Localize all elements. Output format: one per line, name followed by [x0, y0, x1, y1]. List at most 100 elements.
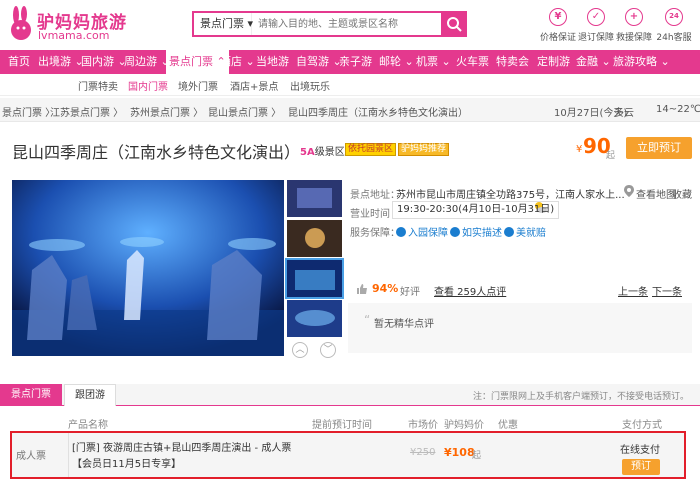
- rescue-shield-icon: +: [625, 8, 643, 26]
- nav-finance[interactable]: 金融 ⌄: [576, 50, 611, 74]
- next-review-link[interactable]: 下一条: [652, 283, 682, 298]
- nav-guides[interactable]: 旅游攻略 ⌄: [613, 50, 670, 74]
- service-accurate-description[interactable]: 如实描述: [450, 224, 502, 239]
- service-label: 服务保障：: [350, 228, 400, 239]
- nav-home[interactable]: 首页: [8, 50, 30, 74]
- nav-selfdrive[interactable]: 自驾游 ⌄: [296, 50, 342, 74]
- breadcrumb-item[interactable]: 昆山景点门票 〉: [208, 104, 281, 119]
- guarantee-service[interactable]: 24 24h客服: [656, 8, 692, 43]
- column-header: 驴妈妈价: [444, 420, 484, 431]
- guarantee-price[interactable]: ¥ 价格保证: [540, 8, 576, 43]
- nav-trains[interactable]: 火车票: [456, 50, 489, 74]
- main-nav: 首页 出境游 ⌄ 国内游 ⌄ 周边游 ⌄ 景点门票 ⌃ 酒店 ⌄ 当地游 自驾游…: [0, 50, 700, 74]
- breadcrumb: 景点门票 〉 江苏景点门票 〉 苏州景点门票 〉 昆山景点门票 〉 昆山四季周庄…: [0, 98, 700, 213]
- address-label: 景点地址：: [350, 190, 400, 201]
- gallery-thumb[interactable]: [287, 300, 342, 337]
- subnav-outbound-fun[interactable]: 出境玩乐: [290, 78, 330, 93]
- view-map-link[interactable]: 查看地图: [636, 186, 676, 201]
- nav-hotel[interactable]: 酒店 ⌄: [220, 50, 255, 74]
- check-icon: [450, 227, 460, 237]
- service-entry-guarantee[interactable]: 入园保障: [396, 224, 448, 239]
- search-input[interactable]: [254, 13, 434, 35]
- price-symbol: ¥: [576, 144, 583, 155]
- ticket-row: 成人票 [门票] 夜游周庄古镇+昆山四季周庄演出 - 成人票 【会员日11月5日…: [10, 431, 686, 479]
- nav-cruise[interactable]: 邮轮 ⌄: [379, 50, 414, 74]
- payment-method: 在线支付: [620, 445, 660, 456]
- yen-shield-icon: ¥: [549, 8, 567, 26]
- breadcrumb-item[interactable]: 景点门票 〉: [2, 104, 55, 119]
- review-empty-text: 暂无精华点评: [374, 319, 434, 330]
- hours-value: 19:30-20:30(4月10日-10月31日): [392, 201, 560, 219]
- booking-note: 注：门票限网上及手机客户端预订，不接受电话预订。: [473, 392, 690, 402]
- guarantee-refund[interactable]: ✓ 退订保障: [578, 8, 614, 43]
- good-rate: 94%: [372, 282, 399, 295]
- quote-icon: “: [364, 313, 371, 327]
- nav-sale[interactable]: 特卖会: [496, 50, 529, 74]
- market-price: ¥250: [410, 447, 436, 458]
- nav-nearby[interactable]: 周边游 ⌄: [124, 50, 170, 74]
- sub-nav: 门票特卖 国内门票 境外门票 酒店+景点 出境玩乐: [0, 74, 700, 96]
- ticket-promo: 【会员日11月5日专享】: [72, 459, 182, 470]
- column-header: 支付方式: [622, 420, 662, 431]
- ticket-price: ¥108: [444, 446, 475, 459]
- ticket-name-link[interactable]: [门票] 夜游周庄古镇+昆山四季周庄演出 - 成人票: [72, 439, 291, 454]
- row-divider: [68, 433, 69, 477]
- guarantee-rescue[interactable]: + 救援保障: [616, 8, 652, 43]
- favorite-button[interactable]: 收藏: [672, 186, 692, 201]
- subnav-overseas-tickets[interactable]: 境外门票: [178, 78, 218, 93]
- shield-icon: [396, 227, 406, 237]
- good-rate-label: 好评: [400, 287, 420, 298]
- price-suffix: 起: [606, 151, 616, 161]
- service-compensation[interactable]: 美就赔: [504, 224, 546, 239]
- nav-outbound[interactable]: 出境游 ⌄: [38, 50, 84, 74]
- column-header: 市场价: [408, 420, 438, 431]
- logo-domain: lvmama.com: [38, 29, 110, 42]
- subnav-ticket-sale[interactable]: 门票特卖: [78, 78, 118, 93]
- prev-review-link[interactable]: 上一条: [618, 283, 648, 298]
- breadcrumb-item[interactable]: 苏州景点门票 〉: [130, 104, 203, 119]
- nav-flights[interactable]: 机票 ⌄: [416, 50, 451, 74]
- weather-condition: 多云: [614, 108, 634, 119]
- review-summary: 94% 好评 查看 259人点评 上一条 下一条: [348, 275, 692, 303]
- review-excerpt-box: “ 暂无精华点评: [348, 303, 692, 353]
- gallery-up-button[interactable]: ︿: [292, 342, 308, 358]
- service-clock-icon: 24: [665, 8, 683, 26]
- nav-local[interactable]: 当地游: [256, 50, 289, 74]
- badge-recommended: 驴妈妈推荐: [398, 143, 450, 156]
- subnav-domestic-tickets[interactable]: 国内门票: [128, 78, 168, 93]
- book-now-button[interactable]: 立即预订: [626, 137, 692, 159]
- subnav-hotel-scenic[interactable]: 酒店+景点: [230, 78, 278, 93]
- page-title: 昆山四季周庄（江南水乡特色文化演出）: [12, 143, 301, 162]
- tab-group-tour[interactable]: 跟团游: [64, 384, 116, 406]
- search-icon: [447, 17, 462, 32]
- search-category-select[interactable]: 景点门票 ▾: [194, 13, 253, 35]
- view-reviews-link[interactable]: 查看 259人点评: [434, 283, 506, 298]
- nav-custom[interactable]: 定制游: [537, 50, 570, 74]
- breadcrumb-current: 昆山四季周庄（江南水乡特色文化演出）: [288, 108, 468, 119]
- column-header: 提前预订时间: [312, 420, 372, 431]
- main-photo[interactable]: [12, 180, 284, 356]
- nav-domestic[interactable]: 国内游 ⌄: [81, 50, 127, 74]
- book-ticket-button[interactable]: 预订: [622, 459, 660, 475]
- badge-garden: 依托园景区: [345, 143, 397, 156]
- search-button[interactable]: [441, 11, 467, 37]
- weather-temp: 14~22℃: [656, 104, 700, 115]
- tab-tickets[interactable]: 景点门票: [0, 384, 62, 406]
- hours-label: 营业时间: [350, 209, 390, 220]
- gallery-thumb[interactable]: [287, 180, 342, 217]
- refund-shield-icon: ✓: [587, 8, 605, 26]
- scenic-level: 5A级景区: [300, 147, 345, 158]
- map-pin-icon: [624, 185, 634, 197]
- gallery-down-button[interactable]: ﹀: [320, 342, 336, 358]
- nav-family[interactable]: 亲子游: [339, 50, 372, 74]
- product-tabs: 景点门票 跟团游 注：门票限网上及手机客户端预订，不接受电话预订。: [0, 384, 700, 406]
- breadcrumb-item[interactable]: 江苏景点门票 〉: [50, 104, 123, 119]
- thumbs-up-icon: [357, 284, 367, 294]
- address-value: 苏州市昆山市周庄镇全功路375号，江南人家水上...: [396, 190, 625, 201]
- logo-rabbit-icon[interactable]: [8, 6, 34, 42]
- heart-icon: [504, 227, 514, 237]
- gallery-thumb[interactable]: [287, 220, 342, 257]
- ticket-price-suffix: 起: [472, 451, 482, 461]
- gallery-thumb-selected[interactable]: [285, 258, 344, 299]
- search-box: 景点门票 ▾: [192, 11, 467, 37]
